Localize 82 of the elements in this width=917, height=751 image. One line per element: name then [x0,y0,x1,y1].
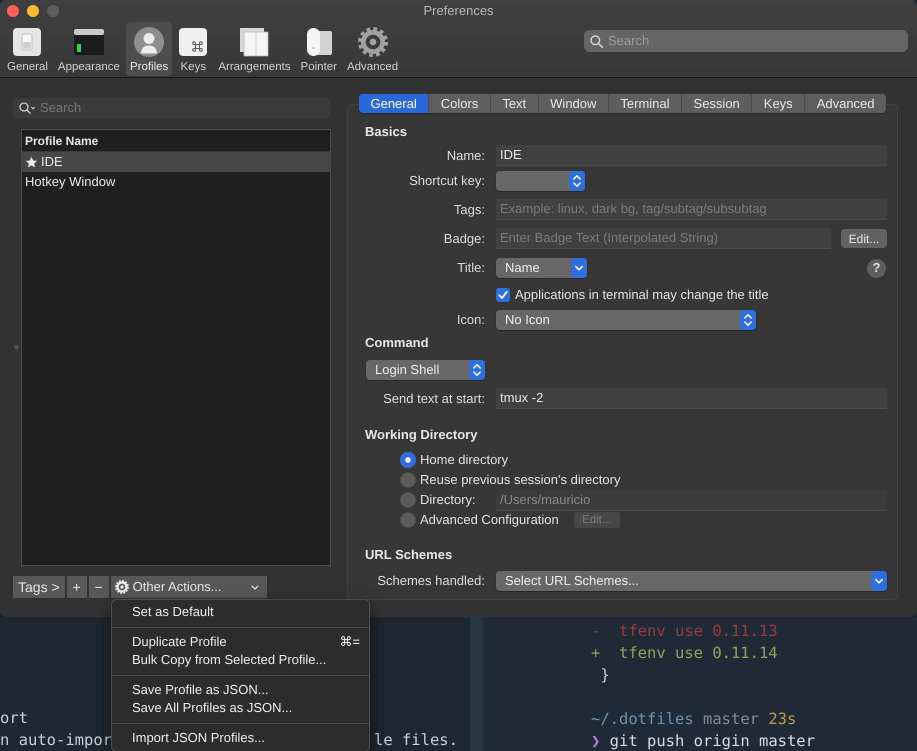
field-label: Schemes handled: [377,572,485,590]
terminal-text: } [599,665,610,685]
split-handle-icon[interactable] [14,345,19,350]
list-button[interactable]: Tags > [13,576,65,598]
field-label: Icon: [456,311,485,330]
settings-tab[interactable]: General [358,94,428,113]
radio-label: Advanced Configuration [420,511,559,530]
menu-item[interactable]: Import JSON Profiles... [112,729,369,747]
terminal-window-icon [74,27,104,57]
radio-label: Reuse previous session's directory [420,471,620,490]
terminal-text: ❯ [591,731,600,751]
edit-button[interactable]: Edit... [841,229,887,248]
section-heading: Command [365,335,429,351]
person-silhouette-icon [134,27,164,57]
minimize-icon[interactable] [27,5,39,17]
radio-button[interactable] [400,452,416,468]
field-label: Send text at start: [383,390,485,408]
stepper-arrows-icon [740,310,756,330]
url-schemes-popup[interactable]: Select URL Schemes... [496,571,887,591]
shortcut-label: ⌘= [339,633,360,652]
terminal-text: n auto-impor [0,730,112,750]
radio-button[interactable] [400,472,416,488]
menu-item[interactable]: Duplicate Profile ⌘= [112,633,369,651]
column-header[interactable]: Profile Name [25,132,98,150]
toolbar-tab[interactable]: General [3,22,52,76]
toolbar-tab[interactable]: Pointer [296,22,341,76]
search-icon [19,102,36,114]
list-button[interactable]: + [66,576,87,598]
name-field[interactable]: IDE [496,145,887,166]
toolbar-tab[interactable]: Keys [174,22,212,76]
terminal-text: master [702,709,759,729]
gear-icon [114,580,129,594]
toolbar-tab[interactable]: Advanced [342,22,402,76]
terminal-text: le files. [374,730,458,750]
window-title: Preferences [423,2,494,20]
gear-icon [358,27,388,57]
field-label: Tags: [454,200,485,219]
profile-row[interactable]: Hotkey Window [22,172,330,192]
terminal-text: 23s [767,709,796,729]
zoom-icon[interactable] [47,5,59,17]
terminal-text: + tfenv use 0.11.14 [591,643,778,663]
chevron-down-icon [571,258,587,278]
toolbar-tab[interactable]: Profiles [126,22,172,76]
section-heading: Working Directory [365,427,478,443]
menu-item[interactable]: Bulk Copy from Selected Profile... [112,651,369,669]
field-label: Name: [446,146,485,165]
stepper-arrows-icon [569,171,585,191]
send-text-field[interactable]: tmux -2 [496,388,887,409]
command-popup[interactable]: Login Shell [366,360,485,380]
help-button[interactable]: ? [867,258,886,278]
icon-popup[interactable]: No Icon [496,310,756,330]
switch-panel-icon [12,27,42,57]
close-icon[interactable] [7,5,19,17]
menu-item[interactable]: Save Profile as JSON... [112,681,369,699]
menu-item[interactable]: Set as Default [112,603,369,621]
caret-icon [250,584,259,590]
chevron-down-icon [871,571,887,591]
terminal-text: git push origin master [608,731,815,751]
title-popup[interactable]: Name [496,258,587,278]
search-icon [590,34,603,48]
other-actions-button[interactable]: Other Actions... [110,576,267,598]
keycap-icon [178,27,208,57]
radio-label: Directory: [420,491,476,510]
toolbar-tab[interactable]: Appearance [54,22,124,76]
radio-label: Home directory [420,451,508,470]
list-button[interactable]: − [88,576,109,598]
field-label: Title: [457,259,485,278]
terminal-text: ~/.dotfiles [591,709,694,729]
menu-item[interactable]: Save All Profiles as JSON... [112,699,369,717]
toolbar-tab[interactable]: Arrangements [214,22,295,76]
checkbox-label: Applications in terminal may change the title [515,286,769,304]
stacked-windows-icon [239,27,270,57]
terminal-text: - tfenv use 0.11.13 [591,621,778,641]
shortcut-key-popup[interactable] [496,171,585,191]
terminal-text: ort [0,708,28,728]
field-label: Badge: [444,230,485,248]
field-label: Shortcut key: [409,172,485,190]
section-heading: URL Schemes [365,547,452,563]
profile-row[interactable]: IDE [22,152,330,172]
checkbox[interactable] [496,288,510,302]
section-heading: Basics [365,124,407,140]
stepper-arrows-icon [469,360,485,380]
